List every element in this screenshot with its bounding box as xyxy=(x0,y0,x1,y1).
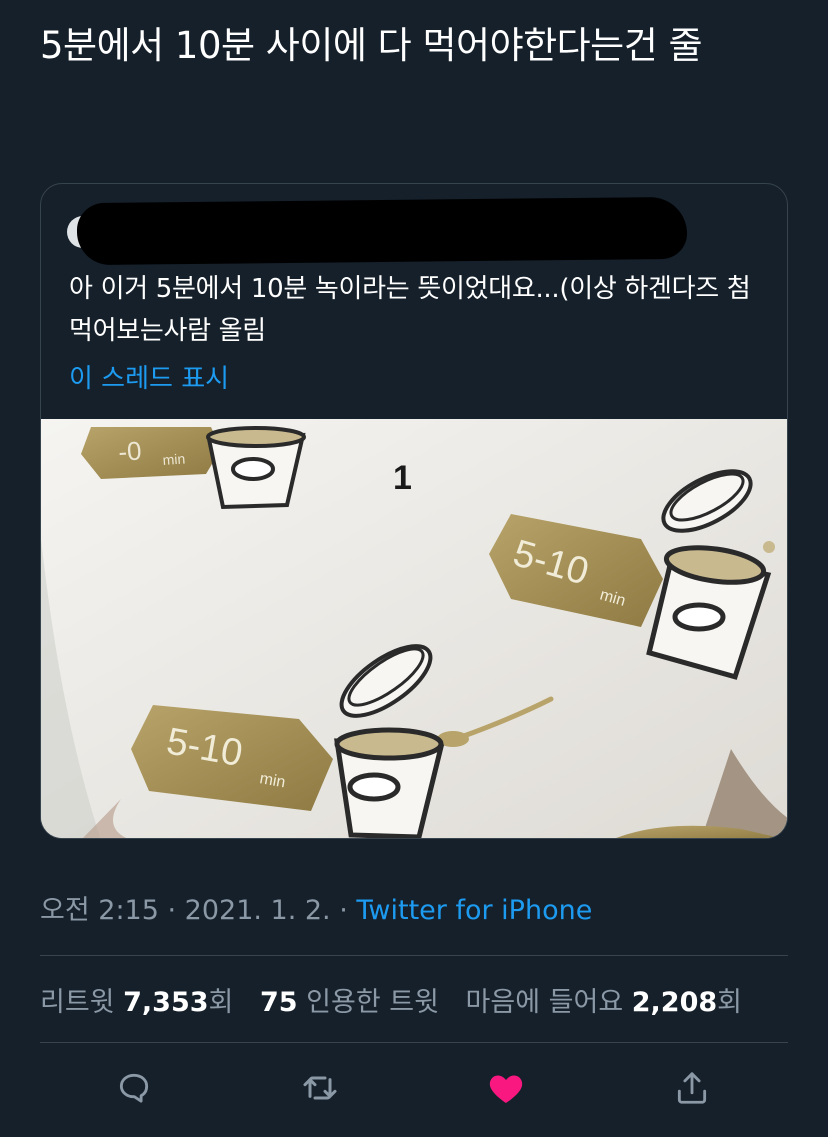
divider xyxy=(40,1042,788,1043)
quoted-tweet-text: 아 이거 5분에서 10분 녹이라는 뜻이었대요...(이상 하겐다즈 첨먹어보… xyxy=(69,274,751,346)
divider xyxy=(40,955,788,956)
reply-icon xyxy=(115,1069,153,1111)
retweet-icon xyxy=(300,1068,340,1112)
tweet-actions xyxy=(0,1060,828,1120)
svg-text:-0: -0 xyxy=(117,435,142,467)
share-icon xyxy=(673,1069,711,1111)
quoted-tweet-card[interactable]: 아 이거 5분에서 10분 녹이라는 뜻이었대요...(이상 하겐다즈 첨먹어보… xyxy=(40,183,788,839)
retweets-stat[interactable]: 리트윗 7,353회 xyxy=(40,987,233,1018)
show-thread-link[interactable]: 이 스레드 표시 xyxy=(69,358,229,395)
gold-label-corner: -0 min xyxy=(81,427,221,479)
tweet-time: 오전 2:15 xyxy=(40,895,159,926)
cup-icon-bottom xyxy=(334,727,445,838)
tweet-stats: 리트윗 7,353회 75 인용한 트윗 마음에 들어요 2,208회 xyxy=(40,980,760,1019)
cup-icon-top xyxy=(206,426,306,510)
quoted-tweet-image[interactable]: -0 min 1 5-10 min 5-10 min xyxy=(41,419,787,838)
retweets-count: 7,353 xyxy=(123,987,209,1018)
likes-stat[interactable]: 마음에 들어요 2,208회 xyxy=(466,987,742,1018)
reply-button[interactable] xyxy=(112,1068,156,1112)
tweet-date: 2021. 1. 2. xyxy=(184,895,331,926)
retweet-button[interactable] xyxy=(298,1068,342,1112)
svg-text:min: min xyxy=(162,450,186,468)
svg-text:1: 1 xyxy=(393,459,412,497)
share-button[interactable] xyxy=(670,1068,714,1112)
tweet-meta: 오전 2:15 · 2021. 1. 2. · Twitter for iPho… xyxy=(40,895,593,926)
tweet-source-link[interactable]: Twitter for iPhone xyxy=(356,895,592,926)
likes-count: 2,208 xyxy=(631,987,718,1018)
like-button[interactable] xyxy=(484,1068,528,1112)
heart-icon xyxy=(486,1068,526,1112)
quotes-count: 75 xyxy=(259,987,298,1018)
redaction-mark xyxy=(76,196,688,266)
quoted-tweet-header xyxy=(67,196,688,266)
tweet-text: 5분에서 10분 사이에 다 먹어야한다는건 줄 xyxy=(40,24,703,67)
quote-tweets-stat[interactable]: 75 인용한 트윗 xyxy=(260,987,439,1018)
